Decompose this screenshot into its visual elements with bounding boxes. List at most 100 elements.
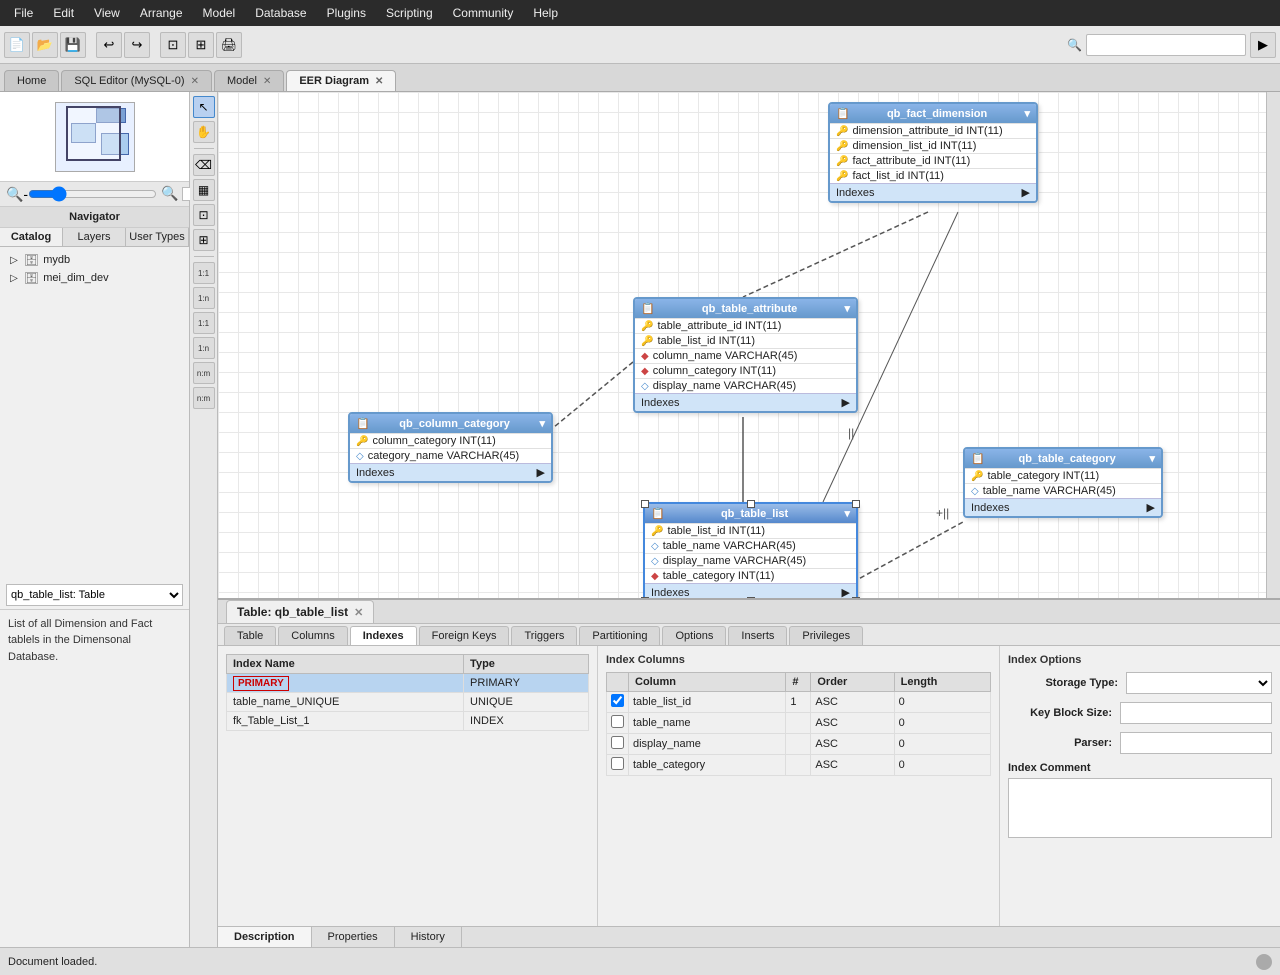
view-tool[interactable]: ⊡ — [193, 204, 215, 226]
hand-tool[interactable]: ✋ — [193, 121, 215, 143]
zoom-in-button[interactable]: 🔍+ — [161, 185, 178, 203]
menubar: File Edit View Arrange Model Database Pl… — [0, 0, 1280, 26]
rel-1-1-tool[interactable]: 1:1 — [193, 262, 215, 284]
menu-community[interactable]: Community — [443, 4, 524, 22]
resize-handle-tl[interactable] — [641, 500, 649, 508]
routine-tool[interactable]: ⊞ — [193, 229, 215, 251]
sub-tab-description[interactable]: Description — [218, 927, 312, 947]
close-bottom-panel-button[interactable]: ✕ — [354, 606, 363, 619]
sidebar-tab-layers[interactable]: Layers — [63, 228, 126, 246]
col-check-0[interactable] — [611, 694, 624, 707]
eer-table-qb-fact-dimension[interactable]: 📋 qb_fact_dimension ▾ 🔑 dimension_attrib… — [828, 102, 1038, 203]
parser-input[interactable] — [1120, 732, 1272, 754]
settings-button[interactable]: ⊞ — [188, 32, 214, 58]
save-button[interactable]: 💾 — [60, 32, 86, 58]
sidebar-tab-catalog[interactable]: Catalog — [0, 228, 63, 246]
open-button[interactable]: 📂 — [32, 32, 58, 58]
expand-mydb-icon[interactable]: ▷ — [8, 255, 20, 266]
tab-eer-diagram[interactable]: EER Diagram ✕ — [286, 70, 396, 91]
te-tab-triggers[interactable]: Triggers — [511, 626, 577, 645]
zoom-slider[interactable] — [28, 186, 157, 202]
col-order-3: ASC — [811, 755, 894, 776]
rel-1-1-nn-tool[interactable]: 1:1 — [193, 312, 215, 334]
storage-type-select[interactable] — [1126, 672, 1272, 694]
menu-edit[interactable]: Edit — [43, 4, 84, 22]
indexes-footer-col-cat[interactable]: Indexes ▶ — [350, 463, 551, 481]
col-check-3[interactable] — [611, 757, 624, 770]
select-tool[interactable]: ↖ — [193, 96, 215, 118]
tree-item-mydb[interactable]: ▷ 🗄 mydb — [4, 251, 185, 269]
tab-home[interactable]: Home — [4, 70, 59, 91]
key-block-input[interactable]: 0 — [1120, 702, 1272, 724]
index-row-fk[interactable]: fk_Table_List_1 INDEX — [227, 712, 589, 731]
tab-sql-editor[interactable]: SQL Editor (MySQL-0) ✕ — [61, 70, 212, 91]
col-check-1[interactable] — [611, 715, 624, 728]
close-model-tab[interactable]: ✕ — [263, 76, 271, 87]
menu-plugins[interactable]: Plugins — [317, 4, 376, 22]
index-row-unique[interactable]: table_name_UNIQUE UNIQUE — [227, 693, 589, 712]
print-button[interactable]: 🖨 — [216, 32, 242, 58]
table-menu-icon[interactable]: ▾ — [539, 417, 545, 430]
rel-1-n-nn-tool[interactable]: 1:n — [193, 337, 215, 359]
comment-textarea[interactable] — [1008, 778, 1272, 838]
menu-help[interactable]: Help — [523, 4, 568, 22]
menu-model[interactable]: Model — [193, 4, 246, 22]
table-menu-icon[interactable]: ▾ — [844, 302, 850, 315]
search-go-button[interactable]: ▶ — [1250, 32, 1276, 58]
menu-scripting[interactable]: Scripting — [376, 4, 443, 22]
resize-handle-tm[interactable] — [747, 500, 755, 508]
key-icon: 🔑 — [651, 526, 663, 537]
tree-item-mei-dim-dev[interactable]: ▷ 🗄 mei_dim_dev — [4, 269, 185, 287]
indexes-footer-fact-dim[interactable]: Indexes ▶ — [830, 183, 1036, 201]
menu-database[interactable]: Database — [245, 4, 316, 22]
rel-nm-tool[interactable]: n:m — [193, 362, 215, 384]
object-selector[interactable]: qb_table_list: Table — [6, 584, 183, 606]
te-tab-partitioning[interactable]: Partitioning — [579, 626, 660, 645]
fk-icon: ◆ — [641, 351, 649, 362]
eer-table-qb-table-category[interactable]: 📋 qb_table_category ▾ 🔑 table_category I… — [963, 447, 1163, 518]
sub-tab-properties[interactable]: Properties — [312, 927, 395, 947]
indexes-footer-table-cat[interactable]: Indexes ▶ — [965, 498, 1161, 516]
table-menu-icon[interactable]: ▾ — [1024, 107, 1030, 120]
table-menu-icon[interactable]: ▾ — [1149, 452, 1155, 465]
resize-handle-tr[interactable] — [852, 500, 860, 508]
te-tab-privileges[interactable]: Privileges — [789, 626, 863, 645]
te-tab-inserts[interactable]: Inserts — [728, 626, 787, 645]
schema-tree: ▷ 🗄 mydb ▷ 🗄 mei_dim_dev — [0, 247, 189, 581]
indexes-footer-table-attr[interactable]: Indexes ▶ — [635, 393, 856, 411]
rel-nm2-tool[interactable]: n:m — [193, 387, 215, 409]
rel-1-n-tool[interactable]: 1:n — [193, 287, 215, 309]
te-tab-foreign-keys[interactable]: Foreign Keys — [419, 626, 510, 645]
eer-table-qb-column-category[interactable]: 📋 qb_column_category ▾ 🔑 column_category… — [348, 412, 553, 483]
table-tool[interactable]: ▦ — [193, 179, 215, 201]
new-button[interactable]: 📄 — [4, 32, 30, 58]
undo-button[interactable]: ↩ — [96, 32, 122, 58]
sidebar-tab-user-types[interactable]: User Types — [126, 228, 189, 246]
comment-box: Index Comment — [1008, 762, 1272, 841]
table-menu-icon[interactable]: ▾ — [844, 507, 850, 520]
bottom-panel-tab[interactable]: Table: qb_table_list ✕ — [226, 600, 374, 623]
eer-table-qb-table-attribute[interactable]: 📋 qb_table_attribute ▾ 🔑 table_attribute… — [633, 297, 858, 413]
te-tab-indexes[interactable]: Indexes — [350, 626, 417, 645]
eer-table-qb-table-list[interactable]: 📋 qb_table_list ▾ 🔑 table_list_id INT(11… — [643, 502, 858, 603]
col-check-2[interactable] — [611, 736, 624, 749]
te-tab-columns[interactable]: Columns — [278, 626, 347, 645]
menu-file[interactable]: File — [4, 4, 43, 22]
minimap-viewport — [66, 106, 121, 161]
table-title: qb_table_category — [1018, 453, 1115, 465]
close-eer-diagram-tab[interactable]: ✕ — [375, 76, 383, 87]
tab-model[interactable]: Model ✕ — [214, 70, 284, 91]
te-tab-options[interactable]: Options — [662, 626, 726, 645]
close-sql-editor-tab[interactable]: ✕ — [191, 76, 199, 87]
menu-view[interactable]: View — [84, 4, 130, 22]
expand-mei-icon[interactable]: ▷ — [8, 273, 20, 284]
index-row-primary[interactable]: PRIMARY PRIMARY — [227, 674, 589, 693]
eraser-tool[interactable]: ⌫ — [193, 154, 215, 176]
menu-arrange[interactable]: Arrange — [130, 4, 193, 22]
zoom-out-button[interactable]: 🔍- — [6, 185, 24, 203]
redo-button[interactable]: ↪ — [124, 32, 150, 58]
search-input[interactable] — [1086, 34, 1246, 56]
te-tab-table[interactable]: Table — [224, 626, 276, 645]
sub-tab-history[interactable]: History — [395, 927, 462, 947]
screenshot-button[interactable]: ⊡ — [160, 32, 186, 58]
